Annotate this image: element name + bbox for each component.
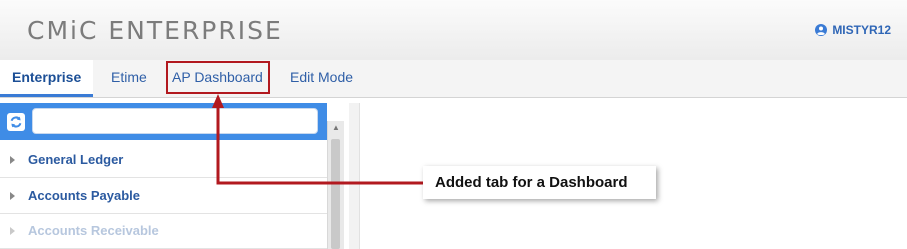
sidebar-item-label: Accounts Receivable — [28, 223, 159, 238]
sidebar-search-bar — [0, 103, 327, 140]
scroll-thumb[interactable] — [331, 139, 340, 249]
sidebar-item-label: General Ledger — [28, 152, 124, 167]
sidebar-item-label: Accounts Payable — [28, 188, 140, 203]
sidebar-item-accounts-receivable[interactable]: Accounts Receivable — [0, 213, 327, 249]
sidebar-panel: General Ledger Accounts Payable Accounts… — [0, 103, 344, 249]
refresh-button[interactable] — [7, 113, 25, 131]
app-header: CMiC ENTERPRISE MISTYR12 — [0, 0, 907, 61]
sidebar-scrollbar[interactable]: ▲ — [327, 121, 344, 249]
user-circle-icon — [815, 24, 828, 36]
sidebar-item-general-ledger[interactable]: General Ledger — [0, 142, 327, 178]
panel-splitter[interactable] — [349, 103, 360, 249]
annotation-callout: Added tab for a Dashboard — [423, 166, 656, 199]
username-label: MISTYR12 — [832, 23, 891, 37]
caret-right-icon — [10, 226, 15, 235]
caret-right-icon — [10, 155, 15, 164]
tab-bar: Enterprise Etime AP Dashboard Edit Mode — [0, 60, 907, 98]
tab-enterprise[interactable]: Enterprise — [0, 60, 94, 97]
caret-right-icon — [10, 191, 15, 200]
app-title: CMiC ENTERPRISE — [27, 16, 283, 45]
sidebar-item-accounts-payable[interactable]: Accounts Payable — [0, 178, 327, 214]
sidebar-search-input[interactable] — [32, 108, 318, 134]
tab-highlight-box — [166, 61, 270, 94]
tab-etime[interactable]: Etime — [111, 60, 147, 95]
tab-edit-mode[interactable]: Edit Mode — [290, 60, 353, 95]
refresh-icon — [10, 116, 22, 128]
user-menu[interactable]: MISTYR12 — [815, 23, 891, 37]
scroll-up-icon[interactable]: ▲ — [332, 123, 340, 132]
